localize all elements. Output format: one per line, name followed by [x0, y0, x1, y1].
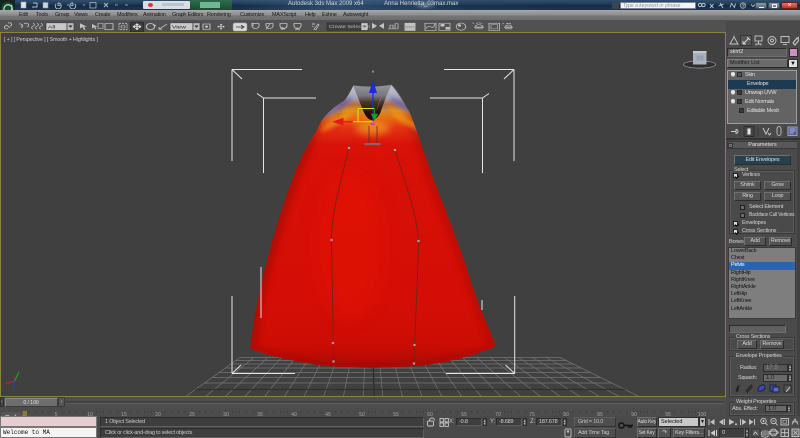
- svg-text:View: View: [172, 25, 187, 30]
- svg-text:3: 3: [251, 23, 254, 28]
- svg-text:Create Selection S: Create Selection S: [329, 25, 376, 30]
- svg-text:?: ?: [742, 4, 745, 10]
- svg-text:All: All: [48, 25, 55, 30]
